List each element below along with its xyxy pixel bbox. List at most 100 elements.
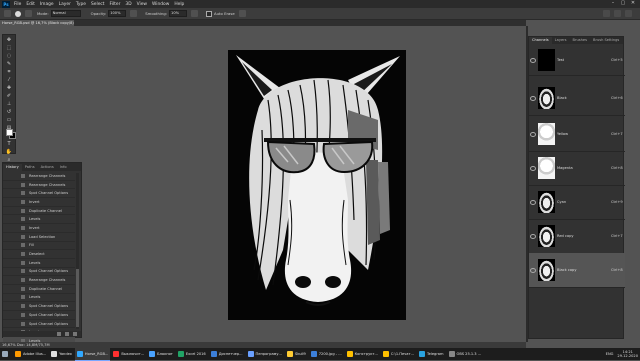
- eyedropper-tool-icon[interactable]: ⁄: [4, 77, 14, 83]
- marquee-tool-icon[interactable]: ⬚: [4, 45, 14, 51]
- eye-icon[interactable]: [530, 199, 536, 205]
- taskbar-app-button[interactable]: C:\1.Печат...: [381, 348, 416, 360]
- tab-layers[interactable]: Layers: [552, 37, 570, 44]
- tab-info[interactable]: Info: [57, 164, 70, 171]
- lang-indicator[interactable]: ENG: [606, 352, 614, 356]
- foreground-color-swatch[interactable]: [6, 129, 13, 136]
- history-item[interactable]: Levels: [3, 215, 75, 225]
- menu-type[interactable]: Type: [76, 2, 86, 7]
- auto-erase-checkbox[interactable]: [206, 10, 213, 17]
- quick-select-tool-icon[interactable]: ✎: [4, 61, 14, 67]
- history-item[interactable]: Spot Channel Options: [3, 268, 75, 277]
- minimize-icon[interactable]: –: [608, 0, 618, 6]
- menu-help[interactable]: Help: [174, 2, 184, 7]
- tab-actions[interactable]: Actions: [38, 164, 57, 171]
- taskbar-app-button[interactable]: Пепрограму...: [246, 348, 284, 360]
- hand-tool-icon[interactable]: ✋: [4, 149, 14, 155]
- taskbar-app-button[interactable]: Horse_RGB...: [74, 347, 111, 361]
- taskbar-app-button[interactable]: Конструкт...: [345, 348, 380, 360]
- tab-channels[interactable]: Channels: [529, 37, 552, 44]
- history-item[interactable]: Load Selection: [3, 233, 75, 242]
- taskbar-app-button[interactable]: Adobe Illus...: [13, 348, 48, 360]
- history-item[interactable]: Spot Channel Options: [3, 189, 75, 199]
- channel-row[interactable]: Black copy Ctrl+8: [529, 253, 625, 288]
- healing-tool-icon[interactable]: ✚: [4, 85, 14, 91]
- lasso-tool-icon[interactable]: ◌: [4, 53, 14, 59]
- smoothing-options-icon[interactable]: [191, 10, 199, 17]
- eye-icon[interactable]: [530, 57, 536, 63]
- stamp-tool-icon[interactable]: ⊥: [4, 101, 14, 107]
- clock[interactable]: 14:21 29.12.2020: [617, 350, 638, 358]
- maximize-icon[interactable]: ▢: [618, 0, 628, 6]
- history-item[interactable]: Levels: [3, 294, 75, 303]
- menu-3d[interactable]: 3D: [125, 2, 131, 7]
- history-item[interactable]: Rearrange Channels: [3, 172, 75, 181]
- trash-icon[interactable]: [73, 332, 77, 336]
- menu-window[interactable]: Window: [152, 2, 169, 7]
- history-brush-tool-icon[interactable]: ↺: [4, 109, 14, 115]
- tab-brushes[interactable]: Brushes: [570, 37, 590, 44]
- channel-row[interactable]: Black Ctrl+6: [529, 81, 625, 116]
- eye-icon[interactable]: [530, 131, 536, 137]
- crop-tool-icon[interactable]: ⌗: [4, 69, 14, 75]
- history-item[interactable]: Spot Channel Options: [3, 320, 75, 329]
- history-item[interactable]: Levels: [3, 259, 75, 268]
- pressure-size-icon[interactable]: [238, 10, 246, 17]
- history-item[interactable]: Duplicate Channel: [3, 207, 75, 216]
- taskbar-app-button[interactable]: Блокнот: [147, 348, 175, 360]
- history-item[interactable]: Invert: [3, 224, 75, 233]
- tab-paths[interactable]: Paths: [22, 164, 38, 171]
- history-item[interactable]: Rearrange Channels: [3, 181, 75, 190]
- type-tool-icon[interactable]: T: [4, 141, 14, 147]
- taskbar-app-button[interactable]: Диспетчер...: [209, 348, 245, 360]
- eye-icon[interactable]: [530, 165, 536, 171]
- menu-image[interactable]: Image: [40, 2, 54, 7]
- brush-panel-icon[interactable]: [25, 10, 32, 17]
- search-icon[interactable]: [603, 10, 610, 17]
- taskbar-app-button[interactable]: Telegram: [417, 348, 445, 360]
- menu-file[interactable]: File: [14, 2, 21, 7]
- taskbar-app-button[interactable]: OBS 25.1.3 ...: [447, 348, 484, 360]
- start-button[interactable]: [0, 348, 12, 360]
- eye-icon[interactable]: [530, 267, 536, 273]
- channel-row[interactable]: Magenta Ctrl+8: [529, 151, 625, 186]
- document-tab[interactable]: Horse_RGB.psd @ 16,7% (Black copy/8) *: [0, 20, 74, 26]
- history-item[interactable]: Spot Channel Options: [3, 302, 75, 311]
- history-item[interactable]: Spot Channel Options: [3, 311, 75, 320]
- tab-brush-settings[interactable]: Brush Settings: [590, 37, 622, 44]
- close-icon[interactable]: ✕: [628, 0, 638, 6]
- eye-icon[interactable]: [530, 233, 536, 239]
- opacity-field[interactable]: 100%: [108, 10, 127, 17]
- scrollbar-thumb[interactable]: [76, 269, 79, 327]
- tab-history[interactable]: History: [3, 164, 22, 171]
- eye-icon[interactable]: [530, 95, 536, 101]
- channel-row[interactable]: Yellow Ctrl+7: [529, 117, 625, 152]
- camera-icon[interactable]: [65, 332, 69, 336]
- history-scrollbar[interactable]: [76, 173, 79, 329]
- brush-tool-icon[interactable]: ✐: [4, 93, 14, 99]
- document-canvas[interactable]: [228, 50, 406, 320]
- history-item[interactable]: Duplicate Channel: [3, 285, 75, 294]
- smoothing-field[interactable]: 10%: [169, 10, 188, 17]
- move-tool-icon[interactable]: ✥: [4, 37, 14, 43]
- taskbar-app-button[interactable]: 7200.jpg - ...: [309, 348, 344, 360]
- new-snapshot-icon[interactable]: [57, 332, 61, 336]
- brush-preset-icon[interactable]: [15, 10, 21, 17]
- taskbar-app-button[interactable]: Skull9: [285, 348, 308, 360]
- history-item[interactable]: Deselect: [3, 250, 75, 259]
- taskbar-app-button[interactable]: Excel 2016: [176, 348, 208, 360]
- taskbar-app-button[interactable]: Yandex: [49, 348, 74, 360]
- channel-row[interactable]: Red copy Ctrl+7: [529, 219, 625, 254]
- menu-edit[interactable]: Edit: [26, 2, 35, 7]
- taskbar-app-button[interactable]: Выключит...: [111, 348, 146, 360]
- menu-layer[interactable]: Layer: [59, 2, 71, 7]
- workspace-icon[interactable]: [614, 10, 621, 17]
- menu-select[interactable]: Select: [91, 2, 105, 7]
- history-item[interactable]: Invert: [3, 198, 75, 207]
- share-icon[interactable]: [625, 10, 632, 17]
- eraser-tool-icon[interactable]: ▭: [4, 117, 14, 123]
- channel-row[interactable]: Cyan Ctrl+9: [529, 185, 625, 220]
- menu-filter[interactable]: Filter: [110, 2, 121, 7]
- pencil-tool-icon[interactable]: [4, 10, 11, 17]
- menu-view[interactable]: View: [137, 2, 147, 7]
